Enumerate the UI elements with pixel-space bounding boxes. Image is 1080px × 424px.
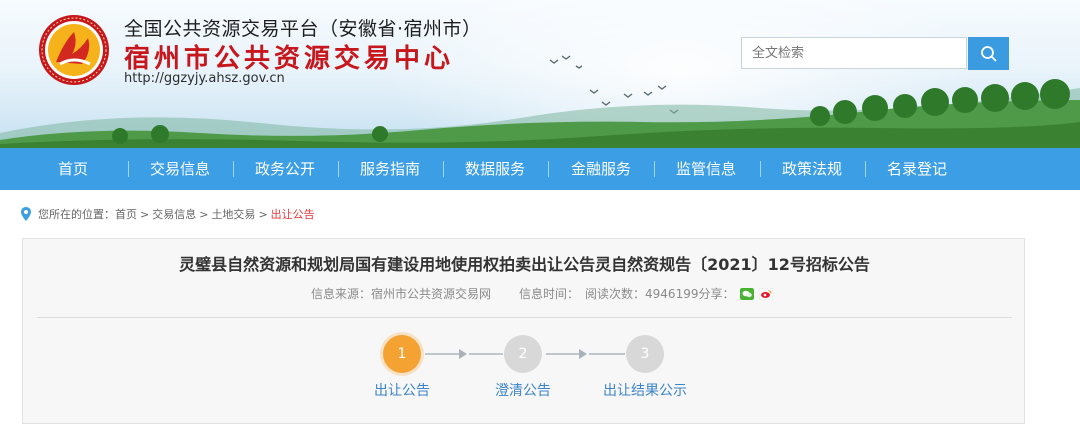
nav-item-finance-service[interactable]: 金融服务 bbox=[561, 148, 641, 190]
breadcrumb-item-land-trade[interactable]: 土地交易 bbox=[211, 206, 255, 222]
step-1-label[interactable]: 出让公告 bbox=[342, 380, 462, 400]
nav-item-trade-info[interactable]: 交易信息 bbox=[140, 148, 220, 190]
nav-item-service-guide[interactable]: 服务指南 bbox=[350, 148, 430, 190]
nav-divider bbox=[865, 161, 866, 177]
step-2-circle[interactable]: 2 bbox=[504, 335, 542, 373]
search-icon bbox=[980, 45, 997, 62]
step-3-circle[interactable]: 3 bbox=[626, 335, 664, 373]
step-connector bbox=[546, 353, 579, 355]
share-label: 分享： bbox=[698, 287, 735, 301]
nav-divider bbox=[443, 161, 444, 177]
search-button[interactable] bbox=[968, 37, 1009, 70]
main-nav: 首页 交易信息 政务公开 服务指南 数据服务 金融服务 监管信息 政策法规 名录… bbox=[0, 148, 1080, 190]
step-2-label[interactable]: 澄清公告 bbox=[463, 380, 583, 400]
article-views: 阅读次数：4946199 bbox=[585, 287, 699, 301]
nav-item-home[interactable]: 首页 bbox=[37, 148, 109, 190]
nav-divider bbox=[233, 161, 234, 177]
breadcrumb-separator: > bbox=[258, 207, 268, 221]
header-banner: 全国公共资源交易平台（安徽省·宿州市） 宿州市公共资源交易中心 http://g… bbox=[0, 0, 1080, 148]
center-name: 宿州市公共资源交易中心 bbox=[124, 44, 455, 74]
step-1-circle[interactable]: 1 bbox=[383, 335, 421, 373]
article-source: 信息来源：宿州市公共资源交易网 bbox=[311, 287, 492, 301]
nav-item-policy[interactable]: 政策法规 bbox=[772, 148, 852, 190]
breadcrumb: 您所在的位置： 首页 > 交易信息 > 土地交易 > 出让公告 bbox=[21, 206, 315, 222]
nav-item-data-service[interactable]: 数据服务 bbox=[455, 148, 535, 190]
article-time: 信息时间： bbox=[519, 287, 580, 301]
breadcrumb-separator: > bbox=[199, 207, 209, 221]
public-resource-logo-icon[interactable] bbox=[38, 14, 110, 86]
step-connector bbox=[469, 353, 503, 355]
step-arrow-icon bbox=[459, 349, 467, 359]
breadcrumb-current[interactable]: 出让公告 bbox=[271, 206, 315, 222]
meta-divider bbox=[37, 317, 1012, 318]
wechat-share-icon[interactable] bbox=[739, 287, 754, 300]
article-title: 灵璧县自然资源和规划局国有建设用地使用权拍卖出让公告灵自然资规告〔2021〕12… bbox=[179, 255, 870, 274]
breadcrumb-item-trade-info[interactable]: 交易信息 bbox=[152, 206, 196, 222]
breadcrumb-prefix: 您所在的位置： bbox=[38, 208, 115, 221]
nav-item-supervision[interactable]: 监管信息 bbox=[666, 148, 746, 190]
step-connector bbox=[425, 353, 461, 355]
step-arrow-icon bbox=[579, 349, 587, 359]
nav-item-gov-affairs[interactable]: 政务公开 bbox=[245, 148, 325, 190]
forest-hills-decoration bbox=[0, 79, 1080, 148]
article-card: 灵璧县自然资源和规划局国有建设用地使用权拍卖出让公告灵自然资规告〔2021〕12… bbox=[22, 238, 1025, 424]
location-pin-icon bbox=[21, 207, 31, 221]
breadcrumb-item-home[interactable]: 首页 bbox=[115, 206, 137, 222]
article-meta: 信息来源：宿州市公共资源交易网 信息时间： 阅读次数：4946199 分享： bbox=[311, 285, 773, 302]
nav-divider bbox=[548, 161, 549, 177]
nav-divider bbox=[654, 161, 655, 177]
step-3-label[interactable]: 出让结果公示 bbox=[585, 380, 705, 400]
platform-name: 全国公共资源交易平台（安徽省·宿州市） bbox=[124, 18, 482, 40]
search-input[interactable] bbox=[741, 37, 967, 69]
weibo-share-icon[interactable] bbox=[758, 287, 773, 300]
step-connector bbox=[589, 353, 625, 355]
nav-divider bbox=[338, 161, 339, 177]
nav-divider bbox=[128, 161, 129, 177]
breadcrumb-separator: > bbox=[140, 207, 150, 221]
nav-item-directory[interactable]: 名录登记 bbox=[877, 148, 957, 190]
nav-divider bbox=[760, 161, 761, 177]
